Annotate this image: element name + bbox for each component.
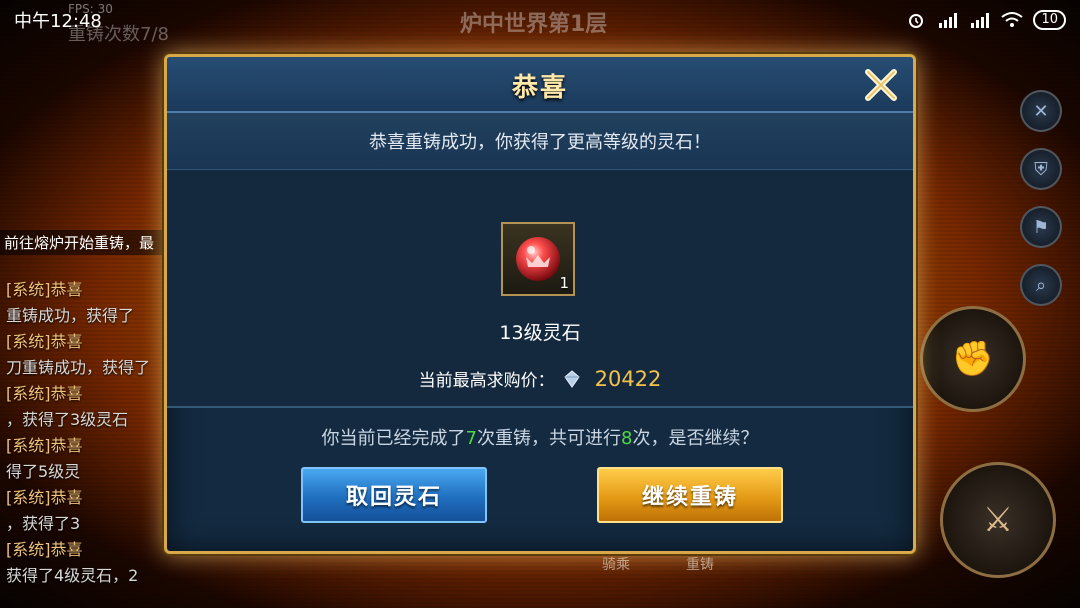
item-name: 13级灵石 (499, 322, 581, 344)
item-count: 1 (559, 274, 569, 292)
dialog-subtitle: 恭喜重铸成功，你获得了更高等级的灵石！ (369, 132, 711, 153)
chat-hint: 前往熔炉开始重铸，最 (0, 230, 170, 255)
fist-icon: ✊ (951, 339, 995, 379)
chat-line: 得了5级灵 (6, 462, 81, 481)
recast-progress-text: 你当前已经完成了7次重铸，共可进行8次，是否继续？ (167, 424, 913, 450)
dialog-subtitle-bar: 恭喜重铸成功，你获得了更高等级的灵石！ (167, 113, 913, 170)
chat-line: ，获得了3级灵石 (6, 410, 129, 429)
status-time: 中午12:48 (14, 11, 102, 32)
chat-line: 刀重铸成功，获得了 (6, 358, 151, 377)
price-label: 当前最高求购价： (418, 371, 555, 391)
progress-done-count: 7 (465, 428, 477, 449)
axe-icon: ⚔ (982, 500, 1014, 540)
status-bar: 中午12:48 10 (0, 0, 1080, 40)
dialog-divider (167, 406, 913, 408)
progress-middle: 次重铸，共可进行 (477, 428, 621, 449)
red-gem-icon (516, 237, 560, 281)
chat-line: [系统]恭喜 (6, 488, 83, 507)
chat-line: [系统]恭喜 (6, 540, 83, 559)
wifi-icon (1001, 11, 1024, 29)
chat-line: [系统]恭喜 (6, 332, 83, 351)
crossed-swords-icon[interactable]: ✕ (1020, 90, 1062, 132)
progress-prefix: 你当前已经完成了 (321, 428, 466, 449)
right-hud: ✕ ⛨ ⚑ ⌕ (1016, 90, 1066, 322)
progress-total-count: 8 (621, 428, 633, 449)
recast-label[interactable]: 重铸 (686, 554, 714, 574)
diamond-currency-icon (563, 369, 580, 388)
dialog-title: 恭喜 (511, 73, 568, 103)
shield-icon[interactable]: ⛨ (1020, 148, 1062, 190)
magnify-icon[interactable]: ⌕ (1020, 264, 1062, 306)
congrats-dialog: 恭喜 恭喜重铸成功，你获得了更高等级的灵石！ 1 13级灵石 当前最高求购价： … (164, 54, 916, 554)
item-area: 1 13级灵石 当前最高求购价： 20422 (167, 170, 913, 406)
dialog-header: 恭喜 (167, 57, 913, 113)
skill-button[interactable]: ✊ (920, 306, 1026, 412)
close-button[interactable] (861, 65, 901, 105)
chat-line: [系统]恭喜 (6, 280, 83, 299)
close-icon (865, 69, 897, 101)
chat-line: [系统]恭喜 (6, 436, 83, 455)
battery-indicator: 10 (1033, 10, 1066, 30)
flag-icon[interactable]: ⚑ (1020, 206, 1062, 248)
attack-button[interactable]: ⚔ (940, 462, 1056, 578)
signal-hd-icon (937, 11, 959, 29)
chat-panel[interactable]: 前往熔炉开始重铸，最 [系统]恭喜 重铸成功，获得了 [系统]恭喜 刀重铸成功，… (0, 230, 170, 587)
alarm-icon (905, 11, 927, 29)
continue-recast-button[interactable]: 继续重铸 (597, 467, 783, 523)
signal-icon (969, 11, 991, 29)
progress-suffix: 次，是否继续？ (632, 428, 759, 449)
price-value: 20422 (594, 366, 662, 391)
chat-line: 重铸成功，获得了 (6, 306, 135, 325)
chat-line: 获得了4级灵石，2 (6, 566, 139, 585)
chat-line: [系统]恭喜 (6, 384, 83, 403)
retrieve-stone-button[interactable]: 取回灵石 (301, 467, 487, 523)
price-row: 当前最高求购价： 20422 (167, 366, 913, 392)
item-slot[interactable]: 1 (501, 222, 575, 296)
chat-line: ，获得了3 (6, 514, 81, 533)
mount-label[interactable]: 骑乘 (602, 554, 630, 574)
